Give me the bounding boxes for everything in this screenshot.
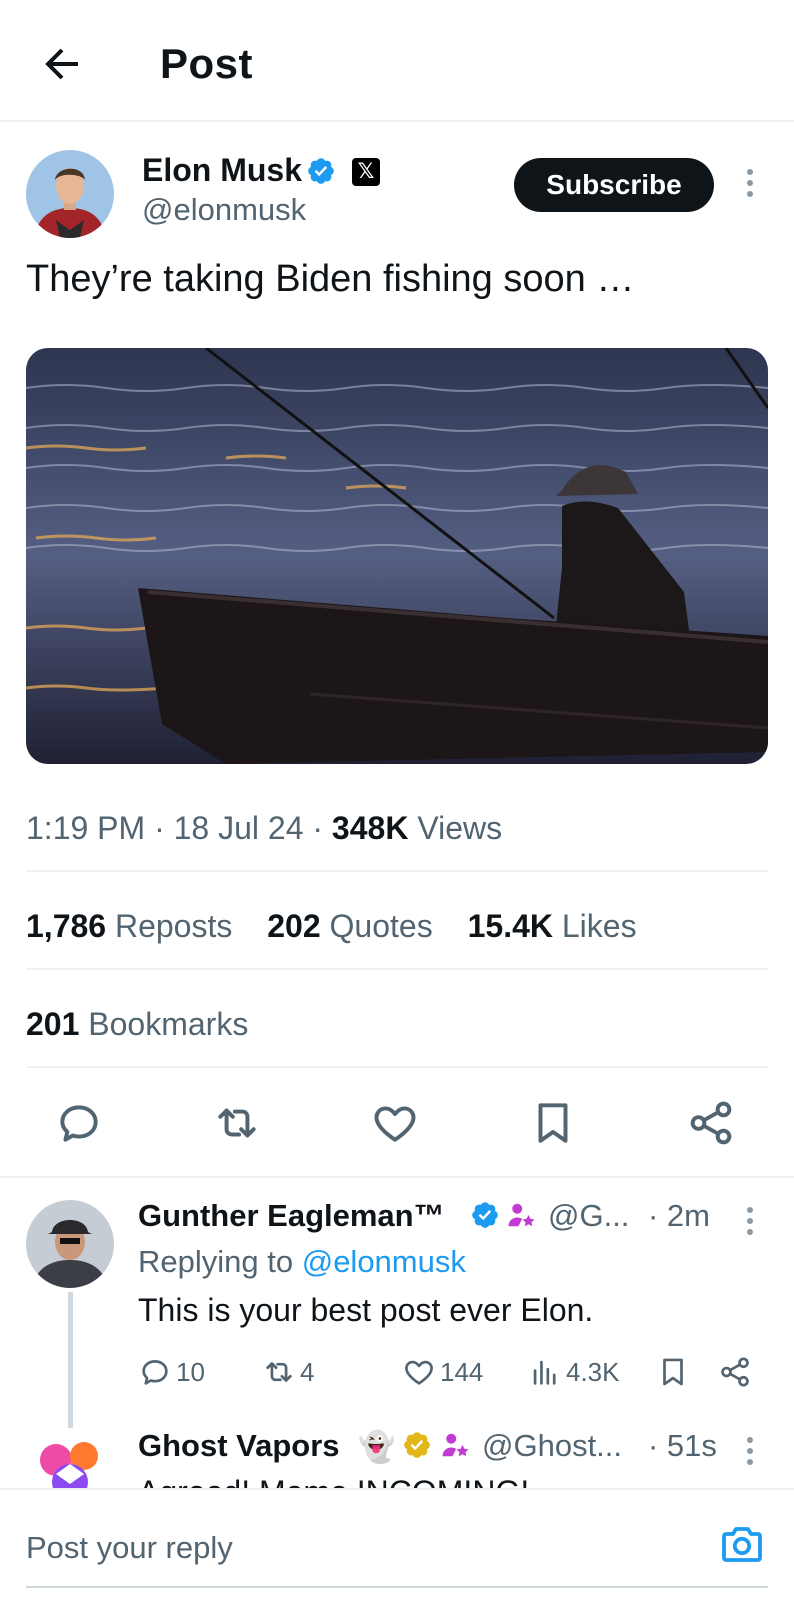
author-handle[interactable]: @elonmusk (142, 192, 306, 228)
reply-text: Agreed! Meme INCOMING! (138, 1474, 529, 1488)
reply-views-button[interactable]: 4.3K (528, 1354, 620, 1390)
reply-bookmark-button[interactable] (656, 1354, 694, 1390)
replying-to-handle[interactable]: @elonmusk (302, 1244, 466, 1279)
subscribe-button[interactable]: Subscribe (514, 158, 714, 212)
views-label: Views (417, 810, 503, 846)
reply-more-options-icon[interactable] (740, 1434, 760, 1470)
reply-button[interactable] (54, 1098, 104, 1148)
like-icon (374, 1106, 416, 1142)
verified-badge-icon (472, 1202, 498, 1228)
share-icon (721, 1357, 749, 1387)
gold-verified-badge-icon (404, 1432, 430, 1458)
share-icon (690, 1101, 732, 1145)
ghost-emoji-icon: 👻 (358, 1431, 396, 1464)
reply-author-name[interactable]: Ghost Vapors (138, 1428, 340, 1464)
reply-more-options-icon[interactable] (740, 1204, 760, 1240)
engagement-stats: 1,786 Reposts 202 Quotes 15.4K Likes (26, 908, 663, 945)
author-name[interactable]: Elon Musk (142, 152, 302, 189)
post-text: They’re taking Biden fishing soon … (26, 258, 635, 300)
reply-item[interactable]: Ghost Vapors 👻 @Ghost... · 51s Agreed! M… (0, 1424, 794, 1488)
quotes-stat[interactable]: 202 Quotes (267, 908, 432, 945)
reply-like-button[interactable]: 144 (402, 1354, 483, 1390)
thread-line (68, 1292, 73, 1428)
page-title: Post (160, 40, 254, 87)
top-bar: Post (0, 0, 794, 122)
repost-button[interactable] (212, 1098, 262, 1148)
post-time: 1:19 PM (26, 810, 146, 846)
reply-timestamp: · 2m (648, 1198, 710, 1233)
reply-timestamp: · 51s (648, 1428, 717, 1463)
bookmarks-stat[interactable]: 201 Bookmarks (26, 1006, 248, 1043)
author-avatar[interactable] (26, 150, 114, 238)
divider (0, 1176, 794, 1178)
reply-author-handle[interactable]: @G... (548, 1198, 629, 1234)
reply-repost-button[interactable]: 4 (262, 1354, 314, 1390)
reply-icon (142, 1360, 168, 1385)
affiliate-badge-icon (442, 1433, 469, 1457)
divider (26, 968, 768, 970)
reply-avatar[interactable] (26, 1200, 114, 1288)
more-options-icon[interactable] (740, 166, 760, 202)
camera-button[interactable] (718, 1520, 766, 1568)
bookmark-icon (663, 1358, 683, 1386)
affiliate-badge-icon (508, 1203, 535, 1227)
reply-input[interactable] (26, 1526, 666, 1570)
share-button[interactable] (686, 1098, 736, 1148)
verified-badge-icon (308, 158, 334, 184)
reply-icon (60, 1105, 98, 1142)
views-icon (533, 1360, 556, 1385)
arrow-left-icon (45, 48, 78, 80)
post-date: 18 Jul 24 (173, 810, 304, 846)
reply-author-name[interactable]: Gunther Eagleman™ (138, 1198, 445, 1234)
divider (26, 870, 768, 872)
bookmark-icon (538, 1103, 568, 1143)
like-button[interactable] (370, 1098, 420, 1148)
replying-to: Replying to @elonmusk (138, 1244, 466, 1279)
repost-icon (218, 1108, 256, 1138)
camera-icon (722, 1527, 762, 1562)
post-metadata: 1:19 PM · 18 Jul 24 · 348K Views (26, 810, 503, 846)
back-button[interactable] (38, 40, 86, 88)
divider (26, 1066, 768, 1068)
reply-share-button[interactable] (718, 1354, 756, 1390)
input-underline (26, 1586, 768, 1588)
views-count: 348K (331, 810, 409, 846)
reply-text: This is your best post ever Elon. (138, 1292, 594, 1328)
x-logo-icon: 𝕏 (352, 158, 380, 186)
reply-reply-button[interactable]: 10 (138, 1354, 205, 1390)
likes-stat[interactable]: 15.4K Likes (468, 908, 637, 945)
bookmark-button[interactable] (528, 1098, 578, 1148)
reposts-stat[interactable]: 1,786 Reposts (26, 908, 232, 945)
reply-composer (0, 1488, 794, 1600)
reply-avatar[interactable] (26, 1430, 114, 1488)
like-icon (405, 1360, 433, 1385)
repost-icon (266, 1362, 292, 1382)
reply-author-handle[interactable]: @Ghost... (482, 1428, 622, 1464)
post-image[interactable] (26, 348, 768, 764)
